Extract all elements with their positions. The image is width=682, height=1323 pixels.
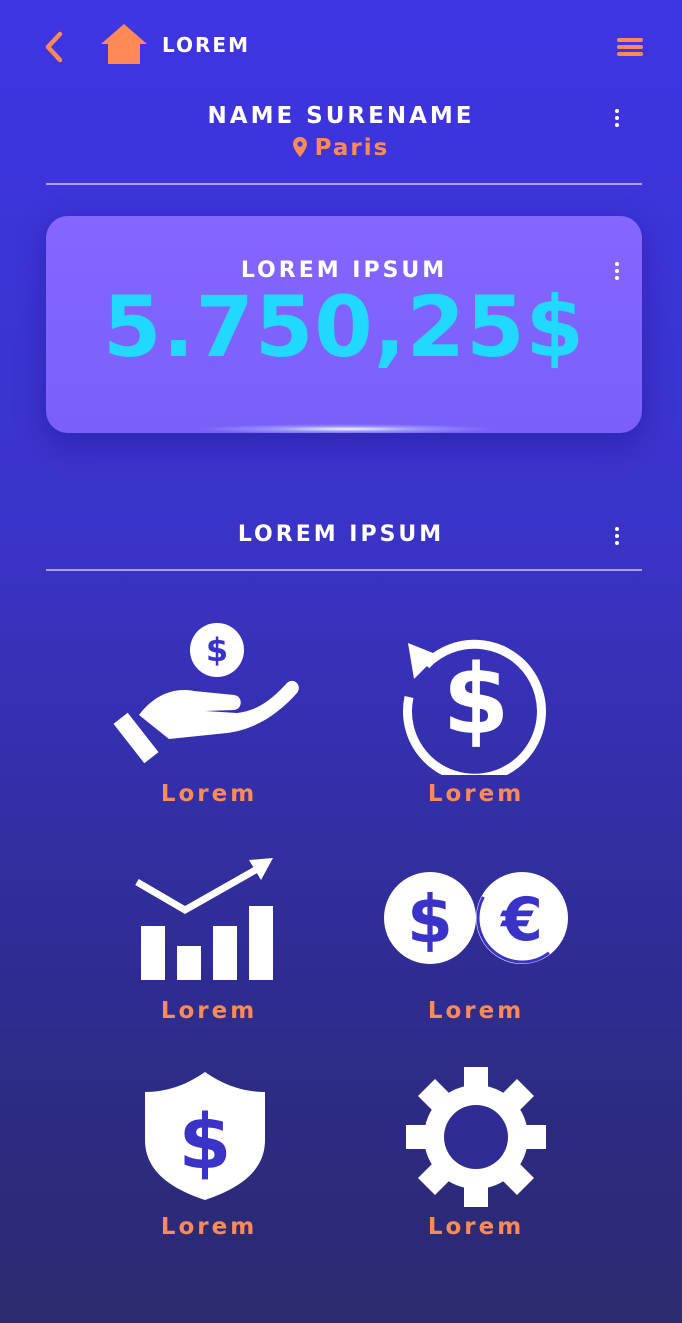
svg-text:$: $ bbox=[179, 1097, 232, 1186]
dollar-euro-exchange-icon: $ € bbox=[384, 872, 568, 964]
section-more-button[interactable] bbox=[612, 527, 622, 551]
card-glow bbox=[196, 424, 496, 433]
svg-text:$: $ bbox=[206, 631, 228, 669]
tile-label: Lorem bbox=[160, 781, 258, 807]
tile-label: Lorem bbox=[160, 998, 258, 1024]
hamburger-menu-icon bbox=[617, 38, 643, 56]
growth-chart-icon bbox=[135, 858, 273, 980]
tile-hand-coin[interactable]: $ Lorem bbox=[109, 615, 309, 815]
shield-dollar-icon: $ bbox=[145, 1072, 265, 1200]
home-icon bbox=[101, 24, 147, 64]
svg-text:€: € bbox=[499, 885, 543, 955]
tile-label: Lorem bbox=[427, 998, 525, 1024]
refund-dollar-icon: $ bbox=[402, 639, 546, 775]
home-button[interactable] bbox=[100, 22, 148, 66]
location-pin-icon bbox=[292, 137, 307, 157]
tile-label: Lorem bbox=[427, 781, 525, 807]
tile-settings[interactable]: Lorem bbox=[376, 1060, 576, 1260]
svg-text:$: $ bbox=[443, 644, 510, 756]
tile-growth[interactable]: Lorem bbox=[109, 838, 309, 1038]
header-title: LOREM bbox=[162, 33, 250, 57]
chevron-left-icon bbox=[45, 31, 63, 63]
balance-amount: 5.750,25$ bbox=[103, 278, 585, 376]
profile-divider bbox=[46, 183, 642, 185]
tile-refund[interactable]: $ Lorem bbox=[376, 615, 576, 815]
tile-label: Lorem bbox=[427, 1214, 525, 1240]
location-text: Paris bbox=[314, 135, 390, 161]
svg-text:$: $ bbox=[407, 881, 453, 958]
balance-more-button[interactable] bbox=[612, 262, 622, 286]
balance-card: LOREM IPSUM 5.750,25$ bbox=[46, 216, 642, 433]
tile-label: Lorem bbox=[160, 1214, 258, 1240]
hand-coin-icon: $ bbox=[113, 623, 299, 764]
section-divider bbox=[46, 569, 642, 571]
profile-more-button[interactable] bbox=[612, 109, 622, 133]
profile-location: Paris bbox=[0, 135, 682, 161]
section-title: LOREM IPSUM bbox=[237, 522, 445, 547]
settings-gear-icon bbox=[406, 1067, 546, 1207]
tile-security[interactable]: $ Lorem bbox=[109, 1060, 309, 1260]
menu-button[interactable] bbox=[614, 34, 646, 60]
tile-exchange[interactable]: $ € Lorem bbox=[376, 838, 576, 1038]
back-button[interactable] bbox=[40, 30, 68, 64]
profile-name: NAME SURENAME bbox=[207, 103, 475, 129]
